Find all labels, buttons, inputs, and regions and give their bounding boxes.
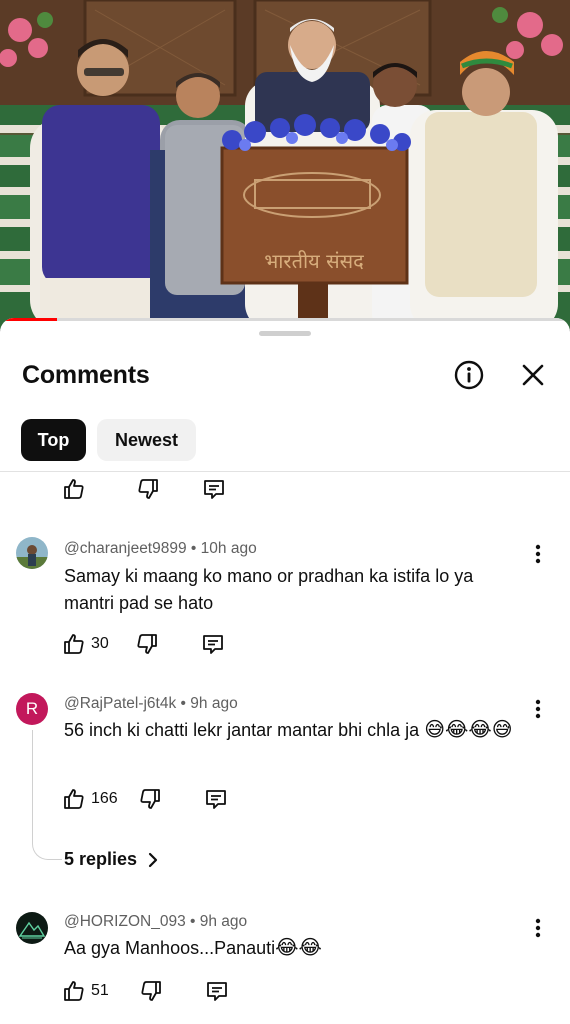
thumbs-down-icon xyxy=(140,789,160,809)
comments-sheet: Comments Top Newest @charanjeet9899 • 10… xyxy=(0,318,570,1024)
view-replies-button[interactable]: 5 replies xyxy=(64,849,163,870)
comment-author[interactable]: @RajPatel-j6t4k xyxy=(64,695,176,712)
thumbs-up-icon xyxy=(64,981,84,1001)
meta-separator: • xyxy=(180,695,191,712)
comment-more-button[interactable] xyxy=(528,542,548,566)
video-progress-bar[interactable] xyxy=(0,318,570,321)
reply-comment-icon xyxy=(204,480,224,499)
like-button[interactable]: 30 xyxy=(62,632,109,656)
avatar-letter: R xyxy=(25,699,39,718)
chevron-right-icon xyxy=(148,852,158,867)
comment-author[interactable]: @HORIZON_093 xyxy=(64,913,186,930)
comment-actions: 51 xyxy=(62,979,229,1003)
video-frame: भारतीय संसद xyxy=(0,0,570,330)
more-vertical-icon xyxy=(535,544,541,564)
reply-button[interactable] xyxy=(202,477,226,501)
comment-actions: 166 xyxy=(62,787,228,811)
comment-age: 10h ago xyxy=(200,540,257,557)
like-count: 166 xyxy=(91,790,118,807)
avatar[interactable] xyxy=(16,537,48,569)
comments-title: Comments xyxy=(22,361,150,389)
comment-age: 9h ago xyxy=(199,913,248,930)
video-progress-fill xyxy=(0,318,57,321)
podium-text: भारतीय संसद xyxy=(264,249,364,273)
reply-button[interactable] xyxy=(204,787,228,811)
dislike-button[interactable] xyxy=(139,979,163,1003)
reply-button[interactable] xyxy=(201,632,225,656)
meta-separator: • xyxy=(190,913,200,930)
more-vertical-icon xyxy=(535,918,541,938)
comment-text-block: 56 inch ki chatti lekr jantar mantar bhi… xyxy=(64,716,534,744)
comment-more-button[interactable] xyxy=(528,916,548,940)
sheet-drag-handle[interactable] xyxy=(259,331,311,336)
dislike-button[interactable] xyxy=(136,477,160,501)
thumbs-down-icon xyxy=(141,981,161,1001)
like-button[interactable]: 166 xyxy=(62,787,118,811)
thumbs-down-icon xyxy=(137,634,157,654)
thread-line xyxy=(32,730,62,860)
thumbs-up-icon xyxy=(64,789,84,809)
avatar[interactable]: R xyxy=(16,693,48,725)
reply-comment-icon xyxy=(205,790,226,809)
avatar-photo-icon xyxy=(16,537,48,569)
header-divider xyxy=(0,471,570,472)
comment-emojis: 😅😂😂😅 xyxy=(424,717,513,741)
comment-text: Samay ki maang ko mano or pradhan ka ist… xyxy=(64,566,474,613)
thumbs-down-icon xyxy=(138,479,158,499)
info-icon xyxy=(454,360,484,390)
comment-text: 56 inch ki chatti lekr jantar mantar bhi… xyxy=(64,720,420,740)
like-button[interactable]: 51 xyxy=(62,979,109,1003)
comment-emojis: 😂😂 xyxy=(275,935,322,959)
info-button[interactable] xyxy=(452,358,486,392)
reply-comment-icon xyxy=(206,982,227,1001)
reply-button[interactable] xyxy=(205,979,229,1003)
comment-meta: @charanjeet9899 • 10h ago xyxy=(64,540,257,558)
avatar[interactable] xyxy=(16,912,48,944)
previous-comment-actions xyxy=(62,477,226,501)
comment-meta: @RajPatel-j6t4k • 9h ago xyxy=(64,695,238,713)
close-button[interactable] xyxy=(516,358,550,392)
comment-text-block: Aa gya Manhoos...Panauti😂😂 xyxy=(64,934,524,962)
meta-separator: • xyxy=(190,540,201,557)
video-player[interactable]: भारतीय संसद xyxy=(0,0,570,330)
comment-age: 9h ago xyxy=(190,695,238,712)
comment-meta: @HORIZON_093 • 9h ago xyxy=(64,913,247,931)
sort-chip-newest[interactable]: Newest xyxy=(97,419,196,461)
close-icon xyxy=(522,364,544,386)
thumbs-up-icon xyxy=(64,479,84,499)
comment-author[interactable]: @charanjeet9899 xyxy=(64,540,187,557)
dislike-button[interactable] xyxy=(138,787,162,811)
comment-actions: 30 xyxy=(62,632,225,656)
like-count: 51 xyxy=(91,982,109,999)
like-button[interactable] xyxy=(62,477,86,501)
thumbs-up-icon xyxy=(64,634,84,654)
reply-comment-icon xyxy=(202,635,223,654)
like-count: 30 xyxy=(91,635,109,652)
sort-chip-top[interactable]: Top xyxy=(21,419,86,461)
replies-label: 5 replies xyxy=(64,849,138,869)
comment-text: Aa gya Manhoos...Panauti xyxy=(64,938,276,958)
avatar-mountain-icon xyxy=(16,912,48,944)
dislike-button[interactable] xyxy=(135,632,159,656)
